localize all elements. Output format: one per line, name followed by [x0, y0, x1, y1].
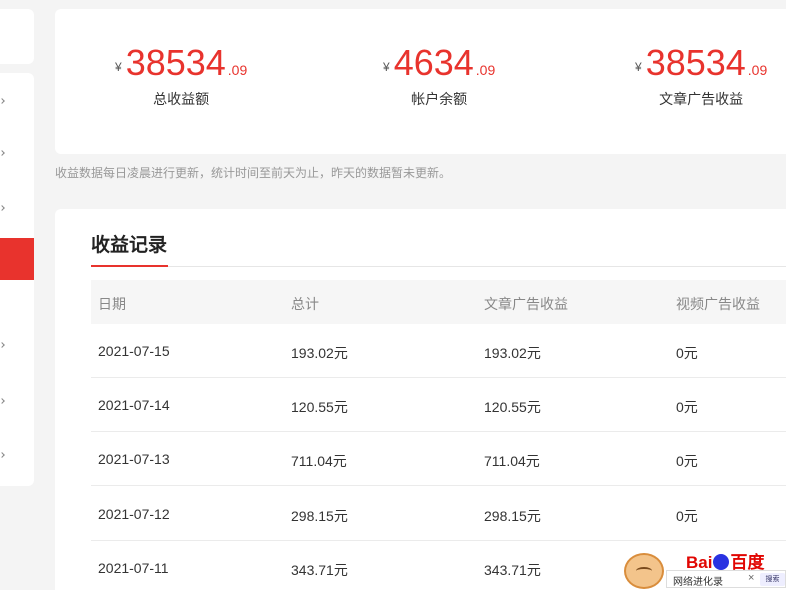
- cell-total: 711.04元: [291, 453, 347, 469]
- currency-symbol: ¥: [383, 60, 390, 74]
- cell-article-ad: 298.15元: [484, 508, 541, 524]
- table-row: 2021-07-13 711.04元 711.04元 0元: [91, 432, 786, 486]
- cell-date: 2021-07-11: [98, 560, 169, 576]
- stat-account-balance: ¥4634.09 帐户余额: [383, 43, 495, 109]
- title-underline: [91, 265, 168, 267]
- update-note: 收益数据每日凌晨进行更新，统计时间至前天为止，昨天的数据暂未更新。: [55, 166, 452, 180]
- search-button[interactable]: 搜索: [760, 573, 785, 586]
- cell-date: 2021-07-15: [98, 343, 170, 359]
- cell-article-ad: 193.02元: [484, 345, 541, 361]
- cell-article-ad: 120.55元: [484, 399, 541, 415]
- stat-decimal: .09: [475, 62, 496, 78]
- paw-icon: [713, 554, 730, 570]
- sidebar-top-panel: [0, 9, 34, 64]
- stat-article-ad-earnings: ¥38534.09 文章广告收益: [635, 43, 767, 109]
- cell-date: 2021-07-14: [98, 397, 170, 413]
- stat-integer: 4634: [393, 42, 474, 83]
- sidebar-nav: [0, 73, 34, 486]
- cell-total: 120.55元: [291, 399, 348, 415]
- baidu-floating-widget[interactable]: Bai 百度 网络进化录 × 搜索: [622, 545, 786, 590]
- chevron-icon: [0, 205, 5, 211]
- widget-text: 网络进化录: [673, 577, 723, 588]
- cell-total: 193.02元: [291, 345, 348, 361]
- stat-integer: 38534: [125, 42, 226, 83]
- cell-video-ad: 0元: [676, 345, 698, 361]
- stat-label: 总收益额: [153, 91, 210, 107]
- stat-label: 帐户余额: [411, 91, 468, 107]
- chevron-icon: [0, 342, 5, 348]
- sidebar-item[interactable]: [0, 188, 34, 230]
- baidu-search-box[interactable]: 网络进化录 × 搜索: [666, 570, 786, 588]
- table-row: 2021-07-15 193.02元 193.02元 0元: [91, 324, 786, 378]
- cell-article-ad: 343.71元: [484, 562, 541, 578]
- stat-decimal: .09: [747, 62, 768, 78]
- cell-video-ad: 0元: [676, 399, 698, 415]
- title-divider: [91, 266, 786, 267]
- cell-total: 343.71元: [291, 562, 348, 578]
- stat-total-earnings: ¥38534.09 总收益额: [115, 43, 247, 109]
- sidebar-item[interactable]: [0, 325, 34, 367]
- records-title: 收益记录: [91, 235, 168, 256]
- cell-article-ad: 711.04元: [484, 453, 540, 469]
- cell-video-ad: 0元: [676, 508, 698, 524]
- earnings-summary-card: ¥38534.09 总收益额 ¥4634.09 帐户余额 ¥38534.09 文…: [55, 9, 786, 154]
- stat-decimal: .09: [227, 62, 248, 78]
- table-row: 2021-07-12 298.15元 298.15元 0元: [91, 487, 786, 541]
- cell-total: 298.15元: [291, 508, 348, 524]
- column-header-total: 总计: [291, 296, 319, 312]
- column-header-article-ad: 文章广告收益: [484, 296, 568, 312]
- table-row: 2021-07-14 120.55元 120.55元 0元: [91, 378, 786, 432]
- earnings-records-card: 收益记录 日期 总计 文章广告收益 视频广告收益 2021-07-15 193.…: [55, 209, 786, 590]
- sidebar-item[interactable]: [0, 435, 34, 477]
- stat-label: 文章广告收益: [659, 91, 744, 107]
- cell-date: 2021-07-13: [98, 451, 170, 467]
- sidebar-item[interactable]: [0, 381, 34, 423]
- chevron-icon: [0, 398, 5, 404]
- chevron-icon: [0, 98, 5, 104]
- close-icon[interactable]: ×: [748, 572, 754, 584]
- cell-date: 2021-07-12: [98, 506, 170, 522]
- column-header-date: 日期: [98, 296, 126, 312]
- sidebar-item[interactable]: [0, 133, 34, 175]
- sidebar-item[interactable]: [0, 81, 34, 123]
- cell-video-ad: 0元: [676, 453, 698, 469]
- sidebar-item-active[interactable]: [0, 238, 34, 280]
- chevron-icon: [0, 150, 5, 156]
- table-header: 日期 总计 文章广告收益 视频广告收益: [91, 280, 786, 324]
- mascot-icon: [624, 553, 664, 589]
- currency-symbol: ¥: [635, 60, 642, 74]
- currency-symbol: ¥: [115, 60, 122, 74]
- column-header-video-ad: 视频广告收益: [676, 296, 760, 312]
- chevron-icon: [0, 452, 5, 458]
- stat-integer: 38534: [645, 42, 746, 83]
